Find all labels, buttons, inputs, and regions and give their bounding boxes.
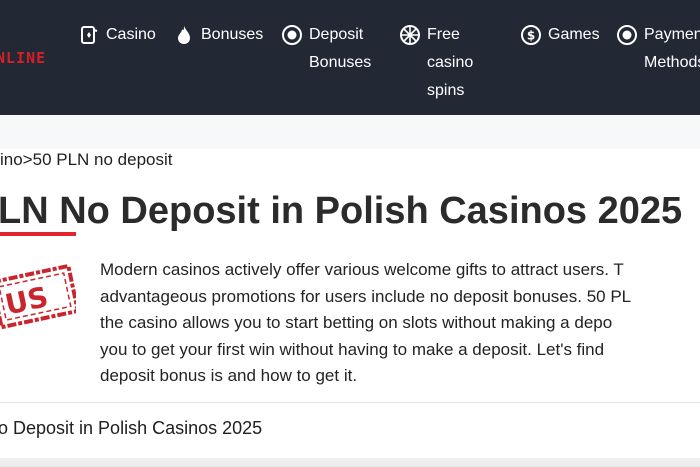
nav-label-casino: Casino [106, 26, 156, 43]
badge-icon [282, 25, 302, 45]
casino-chip-icon [81, 26, 98, 44]
wheel-icon [400, 25, 420, 45]
title-underline [0, 232, 76, 236]
bonus-stamp-image: US [0, 264, 76, 330]
page-title: LN No Deposit in Polish Casinos 2025 [0, 190, 683, 232]
table-of-contents-title[interactable]: o Deposit in Polish Casinos 2025 [0, 418, 262, 439]
intro-line: advantageous promotions for users includ… [100, 286, 632, 306]
site-logo[interactable]: NLINE [0, 49, 46, 67]
site-header: NLINE Casino Bonuses Deposit Bonuses Fre… [0, 0, 700, 115]
nav-label-bonuses: Bonuses [201, 26, 264, 43]
nav-label-free-casino-spins: Free casino spins [427, 26, 474, 99]
subheader-strip [0, 115, 700, 149]
intro-paragraph: Modern casinos actively offer various we… [100, 257, 700, 390]
bottom-shadow [0, 458, 700, 467]
svg-text:$: $ [527, 29, 535, 43]
nav-label-deposit-bonuses: Deposit Bonuses [309, 26, 372, 71]
nav-label-payment-methods: Payment Methods [644, 26, 700, 71]
dollar-coin-icon: $ [521, 25, 541, 45]
svg-text:US: US [2, 280, 51, 321]
section-divider [0, 402, 700, 403]
page: NLINE Casino Bonuses Deposit Bonuses Fre… [0, 0, 700, 467]
flame-icon [178, 26, 190, 44]
intro-line: the casino allows you to start betting o… [100, 313, 613, 332]
breadcrumb[interactable]: ino>50 PLN no deposit [0, 150, 173, 170]
nav-label-games: Games [548, 26, 600, 43]
badge-icon [617, 25, 637, 45]
intro-line: Modern casinos actively offer various we… [100, 260, 624, 279]
intro-line: you to get your first win without having… [100, 339, 605, 359]
intro-line: deposit bonus is and how to get it. [100, 366, 358, 385]
